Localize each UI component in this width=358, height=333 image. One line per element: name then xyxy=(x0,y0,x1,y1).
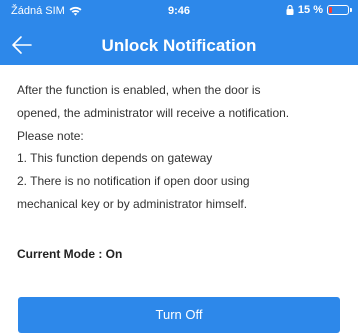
page-title: Unlock Notification xyxy=(101,36,257,55)
orientation-lock-icon xyxy=(286,5,294,15)
current-mode-label: Current Mode : On xyxy=(17,247,123,261)
turn-off-button[interactable]: Turn Off xyxy=(18,297,340,333)
description-line: Please note: xyxy=(17,128,84,143)
description-line: 1. This function depends on gateway xyxy=(17,151,213,166)
nav-bar: Unlock Notification xyxy=(0,27,358,65)
battery-percent: 15 % xyxy=(297,4,323,16)
status-bar: Žádná SIM 9:46 15 % xyxy=(0,0,358,22)
battery-level xyxy=(329,7,332,13)
description-line: After the function is enabled, when the … xyxy=(17,83,261,97)
description-line: 2. There is no notification if open door… xyxy=(17,174,250,189)
battery-status: 15 % xyxy=(286,4,352,16)
app-header: Žádná SIM 9:46 15 % Unlock Notification xyxy=(0,0,358,65)
description-text: After the function is enabled, when the … xyxy=(17,79,347,216)
description-line: mechanical key or by administrator himse… xyxy=(17,196,248,211)
battery-cap xyxy=(350,8,352,12)
description-line: opened, the administrator will receive a… xyxy=(17,105,290,120)
battery-icon xyxy=(327,5,352,15)
